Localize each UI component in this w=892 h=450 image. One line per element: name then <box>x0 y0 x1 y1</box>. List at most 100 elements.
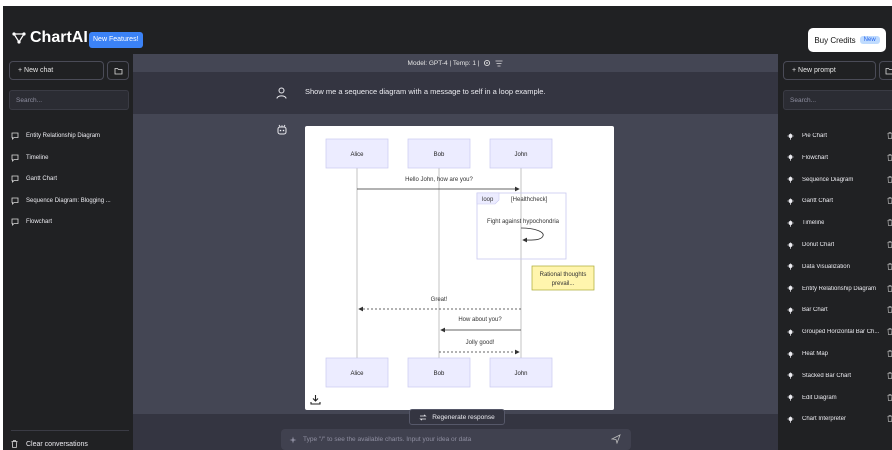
lightbulb-icon <box>787 306 794 314</box>
actor-label: John <box>514 371 527 377</box>
new-prompt-label: + New prompt <box>792 67 836 74</box>
prompt-folder-button[interactable] <box>879 61 892 80</box>
trash-icon[interactable] <box>887 284 892 292</box>
trash-icon[interactable] <box>887 328 892 336</box>
app-title: ChartAI <box>30 29 88 46</box>
trash-icon[interactable] <box>887 393 892 401</box>
trash-icon[interactable] <box>887 197 892 205</box>
trash-icon[interactable] <box>887 219 892 227</box>
trash-icon[interactable] <box>887 241 892 248</box>
actor-bob-top: Bob <box>407 138 471 169</box>
assistant-message-row: Alice Bob John Hello John, how are you? <box>133 114 778 414</box>
lightbulb-icon <box>787 350 794 358</box>
trash-icon[interactable] <box>887 132 892 139</box>
note: Rational thoughts prevail... <box>531 265 595 291</box>
lightbulb-icon <box>787 132 794 140</box>
prompt-item-label: Sequence Diagram <box>802 176 854 183</box>
trash-icon[interactable] <box>887 262 892 270</box>
folder-plus-icon <box>885 67 892 74</box>
logo[interactable]: ChartAI <box>12 28 88 48</box>
actor-alice-bottom: Alice <box>325 357 389 388</box>
regenerate-response-button[interactable]: Regenerate response <box>409 409 505 425</box>
new-chat-button[interactable]: + New chat <box>9 61 104 80</box>
prompt-item-label: Stacked Bar Chart <box>802 372 852 379</box>
new-badge: New <box>859 36 880 44</box>
actor-label: Bob <box>434 152 445 158</box>
trash-icon[interactable] <box>887 306 892 314</box>
trash-icon[interactable] <box>887 371 892 379</box>
prompt-item-label: Data Visualization <box>802 263 850 270</box>
prompt-item-label: Pie Chart <box>802 133 828 139</box>
history-item[interactable]: Timeline <box>11 151 129 165</box>
prompt-input[interactable]: Type "/" to see the available charts. In… <box>281 429 631 450</box>
chat-bubble-icon <box>11 218 19 226</box>
prompt-item-label: Timeline <box>802 220 825 227</box>
trash-icon[interactable] <box>887 350 892 357</box>
trash-icon[interactable] <box>887 153 892 161</box>
left-sidebar: + New chat Search... Entity Relationship… <box>3 54 132 450</box>
settings-icon[interactable] <box>483 59 491 67</box>
top-bar: ChartAI New Features! Buy Credits New <box>3 6 892 54</box>
loop-condition: [Healthcheck] <box>511 197 548 203</box>
menu-lines-icon[interactable] <box>495 60 503 67</box>
history-item-label: Timeline <box>26 155 49 161</box>
chat-search-input[interactable]: Search... <box>9 90 129 110</box>
prompt-item[interactable]: Pie Chart <box>787 129 892 143</box>
chat-bubble-icon <box>11 175 19 183</box>
prompt-item-label: Donut Chart <box>802 242 835 248</box>
loop-keyword: loop <box>482 197 494 203</box>
prompt-item[interactable]: Data Visualization <box>787 260 892 274</box>
buy-credits-button[interactable]: Buy Credits New <box>808 28 886 52</box>
prompt-item[interactable]: Bar Chart <box>787 303 892 317</box>
download-icon[interactable] <box>310 394 321 405</box>
lightbulb-icon <box>787 219 794 227</box>
clear-conversations-button[interactable]: Clear conversations <box>11 430 129 450</box>
new-prompt-button[interactable]: + New prompt <box>783 61 876 80</box>
history-item[interactable]: Gantt Chart <box>11 172 129 186</box>
new-features-button[interactable]: New Features! <box>89 32 143 48</box>
sparkle-icon <box>289 436 297 443</box>
history-item[interactable]: Entity Relationship Diagram <box>11 129 129 143</box>
history-item[interactable]: Flowchart <box>11 215 129 229</box>
chat-bubble-icon <box>11 132 19 140</box>
actor-john-top: John <box>489 138 553 169</box>
lightbulb-icon <box>787 285 794 292</box>
sequence-diagram: Alice Bob John Hello John, how are you? <box>305 126 614 410</box>
lightbulb-icon <box>787 263 794 271</box>
prompt-item[interactable]: Grouped Horizontal Bar Ch... <box>787 325 892 339</box>
lightbulb-icon <box>787 328 794 336</box>
refresh-icon <box>419 413 427 421</box>
lightbulb-icon <box>787 415 794 423</box>
lightbulb-icon <box>787 394 794 401</box>
prompt-item[interactable]: Edit Diagram <box>787 391 892 405</box>
history-item-label: Sequence Diagram: Blogging ... <box>26 198 111 204</box>
prompt-item[interactable]: Entity Relationship Diagram <box>787 282 892 296</box>
prompt-item[interactable]: Donut Chart <box>787 238 892 252</box>
prompt-item[interactable]: Timeline <box>787 216 892 230</box>
buy-credits-label: Buy Credits <box>814 35 856 45</box>
self-message-label: Fight against hypochondria <box>487 219 560 225</box>
chat-search-placeholder: Search... <box>16 96 43 104</box>
lightbulb-icon <box>787 176 794 183</box>
prompt-item[interactable]: Stacked Bar Chart <box>787 369 892 383</box>
trash-icon[interactable] <box>887 175 892 183</box>
robot-icon <box>277 124 287 135</box>
prompt-item[interactable]: Heat Map <box>787 347 892 361</box>
trash-icon <box>11 440 18 448</box>
send-icon[interactable] <box>611 434 621 444</box>
actor-label: Alice <box>350 152 364 158</box>
prompt-item[interactable]: Chart Interpreter <box>787 412 892 426</box>
user-message: Show me a sequence diagram with a messag… <box>305 87 546 96</box>
prompt-item[interactable]: Sequence Diagram <box>787 173 892 187</box>
model-bar: Model: GPT-4 | Temp: 1 | <box>133 54 778 72</box>
message-label: Hello John, how are you? <box>405 177 473 183</box>
prompt-item[interactable]: Gantt Chart <box>787 194 892 208</box>
history-item[interactable]: Sequence Diagram: Blogging ... <box>11 194 129 208</box>
chat-main: Model: GPT-4 | Temp: 1 | Show me a seque… <box>133 54 778 450</box>
trash-icon[interactable] <box>887 415 892 423</box>
actor-alice-top: Alice <box>325 138 389 169</box>
prompt-item[interactable]: Flowchart <box>787 151 892 165</box>
history-item-label: Gantt Chart <box>26 176 58 182</box>
new-folder-button[interactable] <box>107 61 129 80</box>
prompt-search-input[interactable]: Search... <box>783 90 892 110</box>
